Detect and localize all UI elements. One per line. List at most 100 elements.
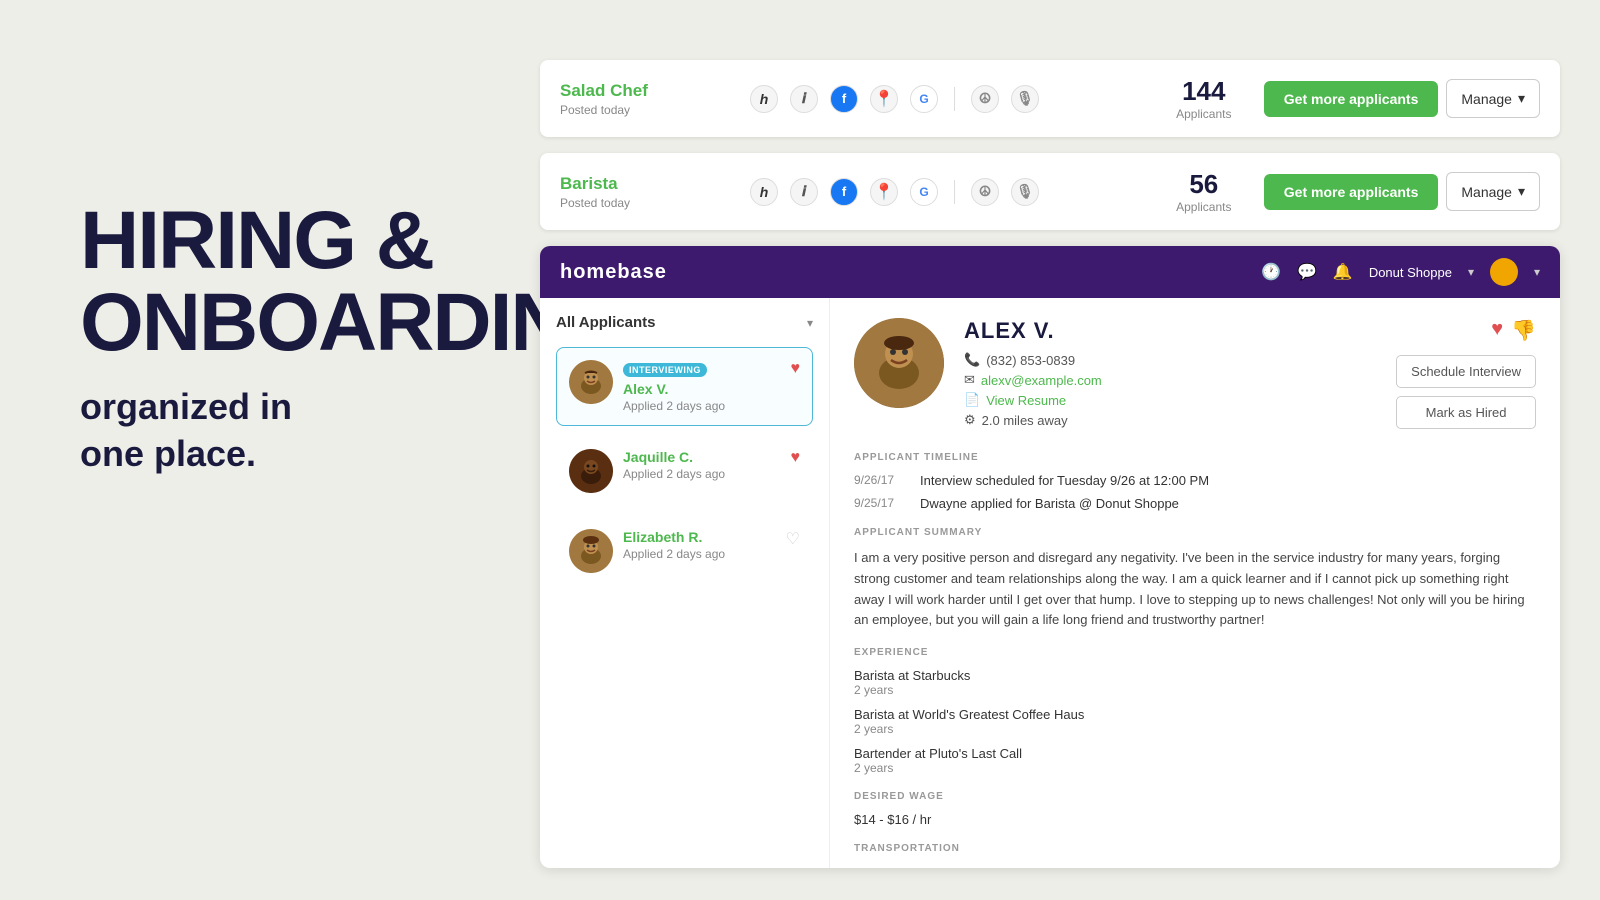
icon-loc-barista[interactable]: 📍: [870, 178, 898, 206]
detail-name: ALEX V.: [964, 318, 1376, 344]
store-name[interactable]: Donut Shoppe: [1369, 265, 1452, 280]
contact-phone: 📞 (832) 853-0839: [964, 352, 1376, 368]
detail-header: ALEX V. 📞 (832) 853-0839 ✉ alexv@example…: [854, 318, 1536, 432]
applicant-count-salad: 144 Applicants: [1164, 76, 1244, 121]
applicant-info-jaquille: Jaquille C. Applied 2 days ago: [623, 449, 800, 481]
applicant-count-barista: 56 Applicants: [1164, 169, 1244, 214]
applicant-item-alex[interactable]: INTERVIEWING Alex V. Applied 2 days ago …: [556, 347, 813, 426]
contact-distance: ⚙ 2.0 miles away: [964, 412, 1376, 428]
chevron-down-icon-barista: ▾: [1518, 183, 1525, 200]
btn-get-more-barista[interactable]: Get more applicants: [1264, 174, 1439, 210]
panel-body: All Applicants ▾: [540, 298, 1560, 868]
icon-g-salad[interactable]: G: [910, 85, 938, 113]
job-title-salad: Salad Chef: [560, 81, 720, 101]
applicant-applied-alex: Applied 2 days ago: [623, 399, 800, 413]
applicant-info-elizabeth: Elizabeth R. Applied 2 days ago: [623, 529, 800, 561]
icon-g-barista[interactable]: G: [910, 178, 938, 206]
job-info-salad: Salad Chef Posted today: [560, 81, 720, 117]
phone-icon: 📞: [964, 352, 980, 368]
experience-list: Barista at Starbucks 2 years Barista at …: [854, 668, 1536, 775]
icon-h-salad[interactable]: h: [750, 85, 778, 113]
detail-avatar-alex: [854, 318, 944, 408]
header-right: 🕐 💬 🔔 Donut Shoppe ▾ ▾: [1261, 258, 1540, 286]
detail-heart-row: ♥ 👎: [1396, 318, 1536, 343]
job-title-barista: Barista: [560, 174, 720, 194]
divider-salad: [954, 87, 955, 111]
exp-duration-0: 2 years: [854, 683, 1536, 697]
timeline-text-0: Interview scheduled for Tuesday 9/26 at …: [920, 473, 1209, 488]
btn-schedule-interview[interactable]: Schedule Interview: [1396, 355, 1536, 388]
email-link[interactable]: alexv@example.com: [981, 373, 1102, 388]
status-badge-alex: INTERVIEWING: [623, 363, 707, 377]
job-icons-barista: h 𝒊 f 📍 G ☮ 🎙: [750, 178, 1144, 206]
icon-fb-salad[interactable]: f: [830, 85, 858, 113]
heart-icon-alex[interactable]: ♥: [791, 360, 801, 378]
detail-info: ALEX V. 📞 (832) 853-0839 ✉ alexv@example…: [964, 318, 1376, 432]
detail-face-svg: [854, 318, 944, 408]
applicant-info-alex: INTERVIEWING Alex V. Applied 2 days ago: [623, 360, 800, 413]
detail-thumb-icon[interactable]: 👎: [1511, 318, 1536, 343]
exp-duration-2: 2 years: [854, 761, 1536, 775]
applicant-detail: ALEX V. 📞 (832) 853-0839 ✉ alexv@example…: [830, 298, 1560, 868]
chevron-down-icon-user[interactable]: ▾: [1534, 265, 1540, 279]
clock-icon[interactable]: 🕐: [1261, 262, 1281, 282]
job-posted-barista: Posted today: [560, 196, 720, 210]
btn-manage-salad[interactable]: Manage ▾: [1446, 79, 1540, 118]
icon-mic-salad[interactable]: 🎙: [1011, 85, 1039, 113]
right-section: Salad Chef Posted today h 𝒊 f 📍 G ☮ 🎙 14…: [540, 60, 1560, 868]
applicant-name-elizabeth: Elizabeth R.: [623, 529, 800, 545]
avatar-alex: [569, 360, 613, 404]
hero-section: HIRING &ONBOARDING organized inone place…: [80, 200, 560, 478]
location-icon: ⚙: [964, 412, 976, 428]
exp-title-1: Barista at World's Greatest Coffee Haus: [854, 707, 1536, 722]
exp-title-0: Barista at Starbucks: [854, 668, 1536, 683]
wage-text: $14 - $16 / hr: [854, 812, 1536, 827]
homebase-header: homebase 🕐 💬 🔔 Donut Shoppe ▾ ▾: [540, 246, 1560, 298]
icon-h-barista[interactable]: h: [750, 178, 778, 206]
icon-fb-barista[interactable]: f: [830, 178, 858, 206]
exp-title-2: Bartender at Pluto's Last Call: [854, 746, 1536, 761]
timeline-date-0: 9/26/17: [854, 473, 904, 488]
applicant-item-elizabeth[interactable]: Elizabeth R. Applied 2 days ago ♡: [556, 516, 813, 586]
count-barista: 56: [1164, 169, 1244, 200]
chat-icon[interactable]: 💬: [1297, 262, 1317, 282]
alex-face-svg: [569, 360, 613, 404]
count-salad: 144: [1164, 76, 1244, 107]
chevron-down-icon-store[interactable]: ▾: [1468, 265, 1474, 279]
icon-i-salad[interactable]: 𝒊: [790, 85, 818, 113]
resume-icon: 📄: [964, 392, 980, 408]
btn-mark-hired[interactable]: Mark as Hired: [1396, 396, 1536, 429]
summary-section-label: APPLICANT SUMMARY: [854, 527, 1536, 538]
applicant-applied-elizabeth: Applied 2 days ago: [623, 547, 800, 561]
timeline-item-0: 9/26/17 Interview scheduled for Tuesday …: [854, 473, 1536, 488]
applicant-applied-jaquille: Applied 2 days ago: [623, 467, 800, 481]
icon-mic-barista[interactable]: 🎙: [1011, 178, 1039, 206]
exp-item-2: Bartender at Pluto's Last Call 2 years: [854, 746, 1536, 775]
user-avatar[interactable]: [1490, 258, 1518, 286]
experience-section-label: EXPERIENCE: [854, 647, 1536, 658]
btn-manage-barista[interactable]: Manage ▾: [1446, 172, 1540, 211]
bell-icon[interactable]: 🔔: [1333, 262, 1353, 282]
applicant-item-jaquille[interactable]: Jaquille C. Applied 2 days ago ♥: [556, 436, 813, 506]
detail-actions: ♥ 👎 Schedule Interview Mark as Hired: [1396, 318, 1536, 429]
resume-link[interactable]: View Resume: [986, 393, 1066, 408]
icon-i-barista[interactable]: 𝒊: [790, 178, 818, 206]
chevron-down-icon: ▾: [1518, 90, 1525, 107]
avatar-jaquille: [569, 449, 613, 493]
avatar-elizabeth: [569, 529, 613, 573]
heart-icon-jaquille[interactable]: ♥: [791, 449, 801, 467]
summary-text: I am a very positive person and disregar…: [854, 548, 1536, 631]
hero-title: HIRING &ONBOARDING: [80, 200, 560, 364]
applicants-title: All Applicants: [556, 314, 655, 331]
btn-get-more-salad[interactable]: Get more applicants: [1264, 81, 1439, 117]
label-barista: Applicants: [1164, 200, 1244, 214]
filter-arrow[interactable]: ▾: [807, 316, 813, 330]
icon-peace-barista[interactable]: ☮: [971, 178, 999, 206]
job-posted-salad: Posted today: [560, 103, 720, 117]
detail-heart-icon[interactable]: ♥: [1491, 318, 1503, 343]
heart-icon-elizabeth[interactable]: ♡: [786, 529, 800, 549]
icon-peace-salad[interactable]: ☮: [971, 85, 999, 113]
icon-loc-salad[interactable]: 📍: [870, 85, 898, 113]
timeline-date-1: 9/25/17: [854, 496, 904, 511]
job-info-barista: Barista Posted today: [560, 174, 720, 210]
